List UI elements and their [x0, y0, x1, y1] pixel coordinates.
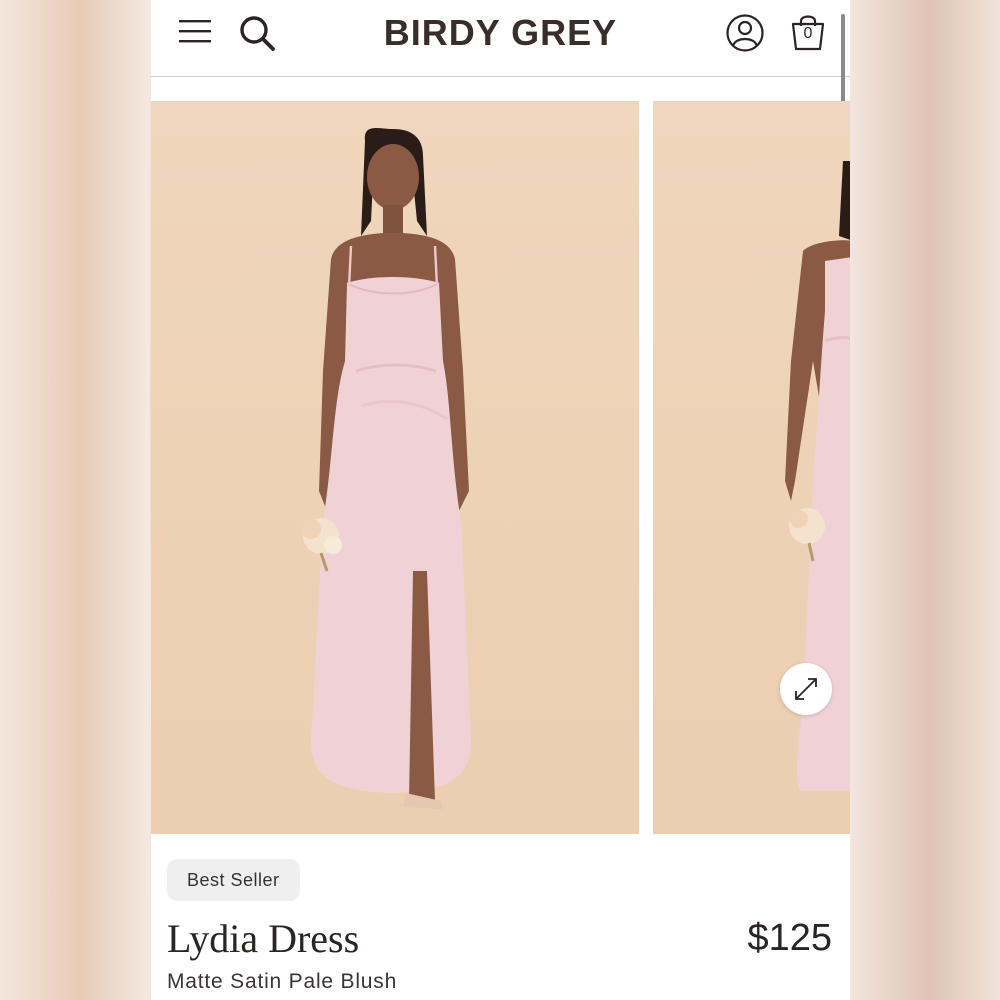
top-navigation-bar: BIRDY GREY 0 — [151, 0, 850, 77]
cart-count: 0 — [803, 25, 813, 42]
account-icon[interactable] — [725, 13, 765, 53]
product-price: $125 — [747, 917, 832, 959]
mobile-page: BIRDY GREY 0 Best Seller Lydia Dress $12… — [151, 0, 850, 1000]
product-title: Lydia Dress — [167, 916, 360, 961]
expand-arrows-icon — [795, 678, 817, 700]
model-illustration-front — [301, 128, 471, 809]
product-photo-side[interactable] — [653, 101, 850, 834]
model-illustration-side — [785, 161, 850, 791]
product-image-carousel[interactable] — [151, 101, 850, 834]
product-color-variant: Matte Satin Pale Blush — [167, 970, 398, 993]
best-seller-badge: Best Seller — [167, 859, 300, 901]
expand-image-button[interactable] — [780, 663, 832, 715]
product-photo-front[interactable] — [151, 101, 639, 834]
